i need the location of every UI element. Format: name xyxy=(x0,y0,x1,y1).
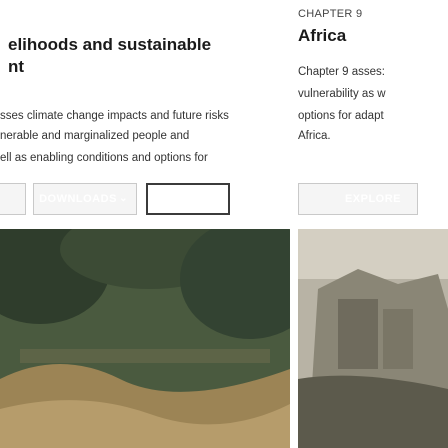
figures-button-label: FIGURES xyxy=(161,193,215,205)
chapter-card-left: elihoods and sustainable nt sses climate… xyxy=(0,0,290,448)
card-photo xyxy=(0,229,290,448)
explore-button[interactable]: EXPLORE xyxy=(298,183,418,215)
card-title: elihoods and sustainable xyxy=(8,35,212,54)
downloads-button-label: DOWNLOADS xyxy=(39,193,117,205)
card-title-continued: nt xyxy=(8,57,25,76)
chapter-description-line: Africa. xyxy=(298,130,331,142)
card-description-line: nerable and marginalized people and xyxy=(0,130,190,142)
chevron-down-icon: ⌄ xyxy=(119,193,128,204)
landscape-photo-image xyxy=(0,229,290,448)
card-photo xyxy=(298,229,448,448)
chapter-label: CHAPTER 9 xyxy=(298,8,363,20)
chapter-description-line: options for adapt xyxy=(298,110,384,122)
building-photo-image xyxy=(298,229,448,448)
figures-button[interactable]: FIGURES xyxy=(146,183,230,215)
card-description-line: sses climate change impacts and future r… xyxy=(0,110,229,122)
chapter-description-line: vulnerability as w xyxy=(298,88,386,100)
partial-button[interactable] xyxy=(0,183,26,215)
chapter-card-africa: CHAPTER 9 Africa Chapter 9 asses: vulner… xyxy=(298,0,448,448)
chapter-title: Africa xyxy=(298,26,347,45)
downloads-button[interactable]: DOWNLOADS ⌄ xyxy=(33,183,137,215)
chapter-description-line: Chapter 9 asses: xyxy=(298,66,385,78)
explore-button-label: EXPLORE xyxy=(344,193,402,205)
card-description-line: ell as enabling conditions and options f… xyxy=(0,152,208,164)
